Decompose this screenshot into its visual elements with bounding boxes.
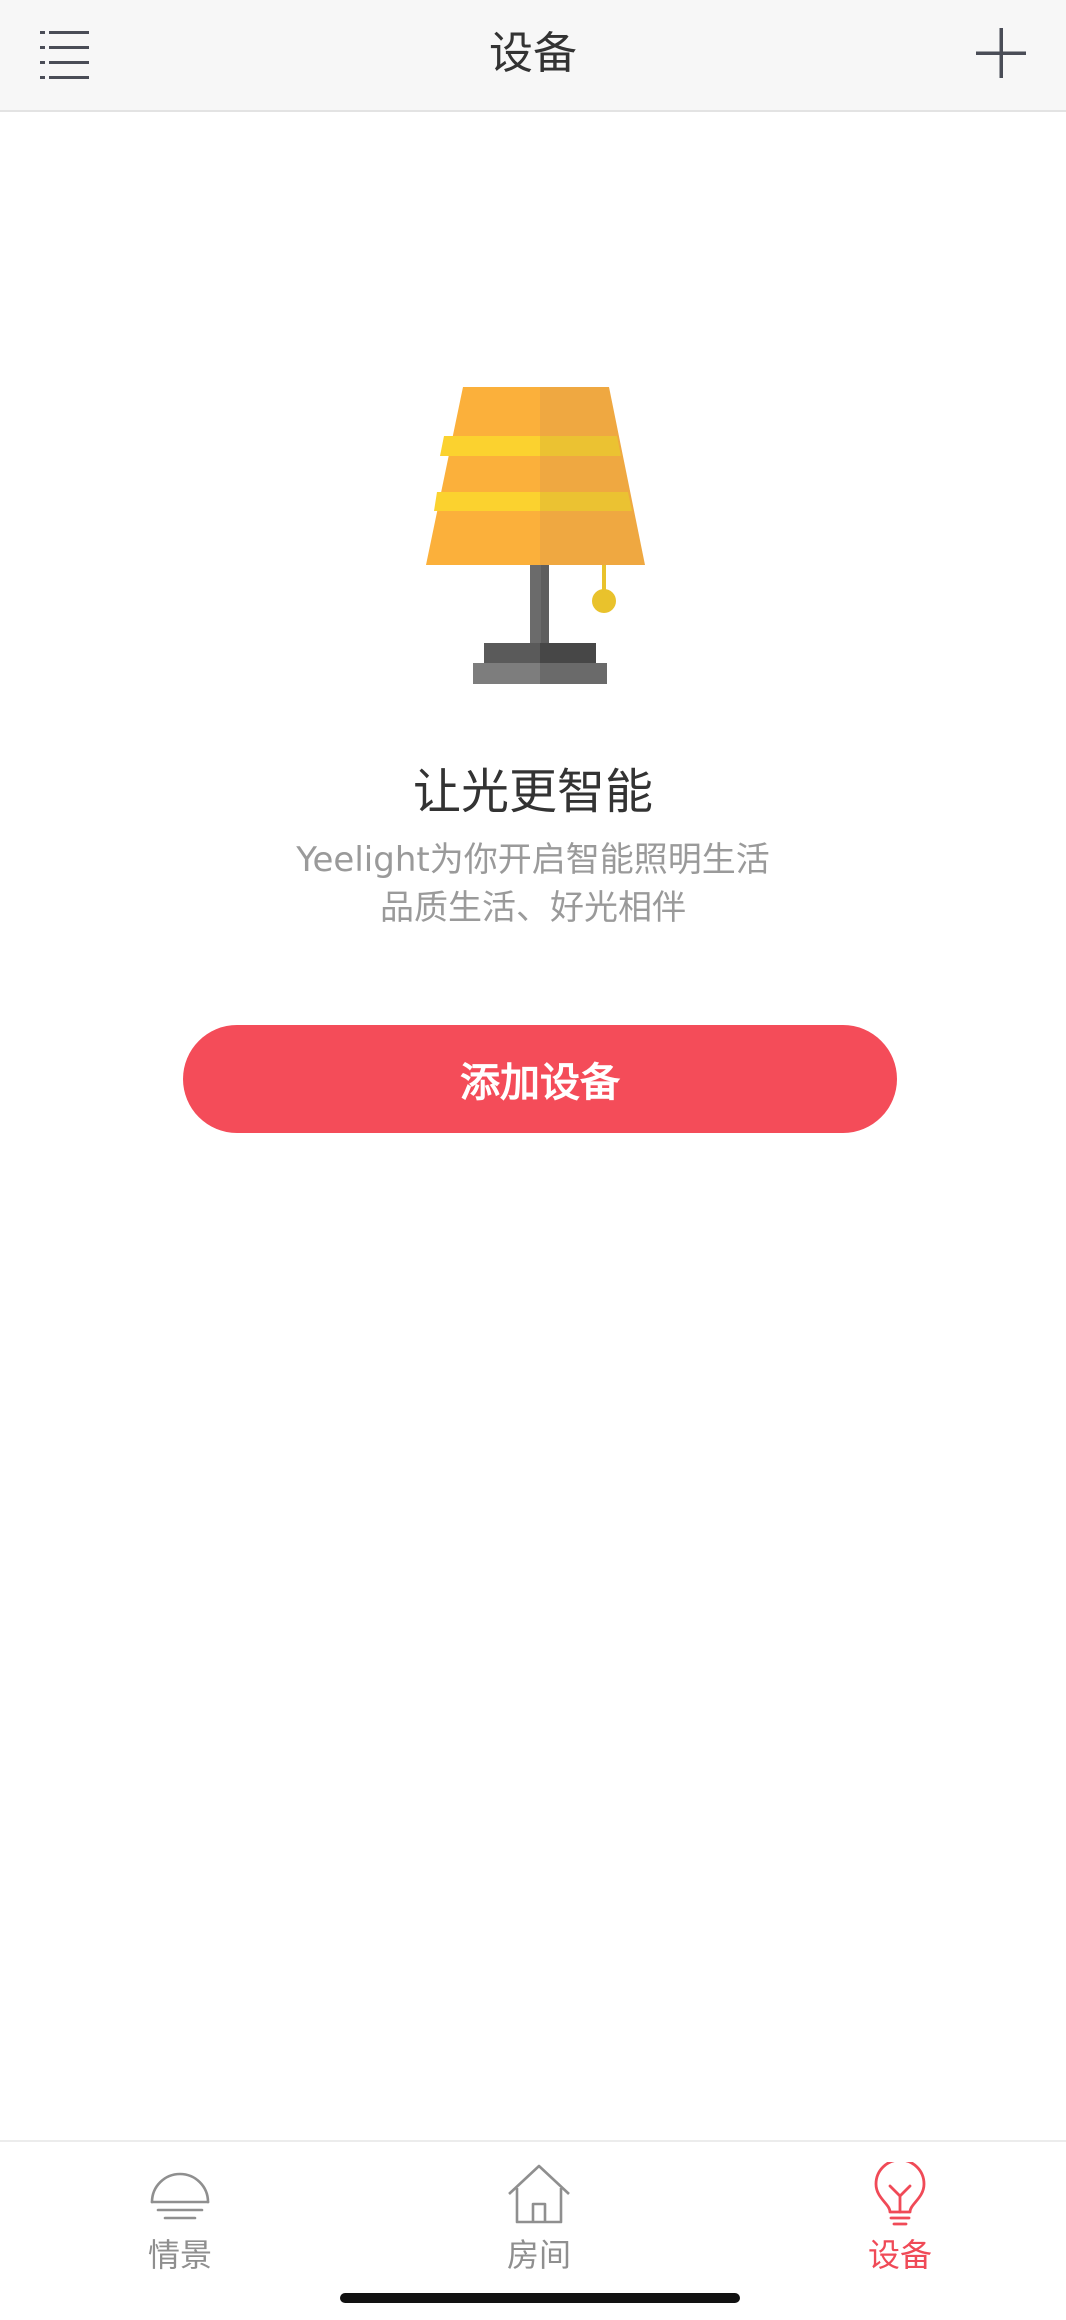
menu-button[interactable] [22,12,108,98]
devices-page: 设备 让光更智能 Yeelight为你开启智能照明生活 品质生活、好光相伴 添加… [0,0,1066,2320]
plus-icon [976,28,1026,78]
tab-scene[interactable]: 情景 [90,2162,270,2282]
top-navigation-bar: 设备 [0,0,1066,112]
empty-state-subtitle-line1: Yeelight为你开启智能照明生活 [296,840,770,880]
bulb-icon [874,2162,926,2226]
scene-lamp-icon [150,2172,210,2220]
empty-state-headline: 让光更智能 [412,764,653,820]
tab-device[interactable]: 设备 [810,2162,990,2282]
home-indicator[interactable] [340,2293,740,2303]
tab-room-label: 房间 [506,2236,571,2274]
house-icon [508,2164,570,2224]
add-device-top-button[interactable] [958,10,1044,96]
page-title: 设备 [489,28,577,79]
tab-scene-label: 情景 [147,2236,212,2274]
tab-room[interactable]: 房间 [449,2162,629,2282]
add-device-button[interactable]: 添加设备 [183,1025,897,1133]
tab-device-label: 设备 [867,2236,932,2274]
table-lamp-illustration [426,387,645,684]
empty-state-subtitle-line2: 品质生活、好光相伴 [380,888,686,928]
list-menu-icon [40,31,89,79]
